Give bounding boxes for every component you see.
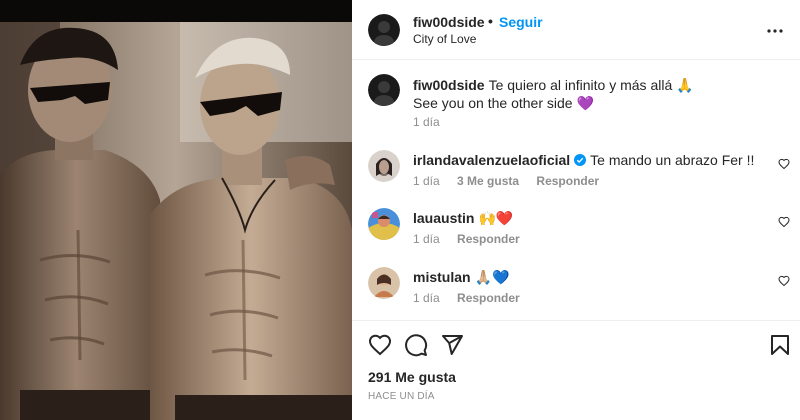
separator-dot: • [488,13,493,29]
reply-button[interactable]: Responder [457,232,520,246]
comment-likes[interactable]: 3 Me gusta [457,174,519,188]
comment-line: lauaustin 🙌❤️ [413,209,513,227]
comment-time[interactable]: 1 día [413,232,440,246]
comment-time[interactable]: 1 día [413,174,440,188]
post-location[interactable]: City of Love [413,32,476,46]
commenter-avatar[interactable] [368,150,400,182]
caption-time[interactable]: 1 día [413,115,440,129]
comment-item: irlandavalenzuelaoficial Te mando un abra… [352,150,800,196]
comment-username[interactable]: lauaustin [413,210,474,226]
comment-heart-icon[interactable] [778,275,790,287]
post-header: fiw00dside • Seguir City of Love [352,0,800,60]
comment-meta: 1 día Responder [413,291,534,305]
comment-icon[interactable] [404,333,428,357]
caption-line-2: See you on the other side 💜 [413,95,594,111]
comment-text: Te mando un abrazo Fer !! [590,152,755,168]
comment-item: mistulan 🙏🏼💙 1 día Responder [352,267,800,313]
comment-line: mistulan 🙏🏼💙 [413,268,509,286]
send-icon[interactable] [440,333,464,357]
commenter-avatar[interactable] [368,267,400,299]
bookmark-icon[interactable] [768,333,792,357]
reply-button[interactable]: Responder [536,174,599,188]
post-timestamp[interactable]: HACE UN DÍA [368,391,435,402]
comment-text: 🙌❤️ [478,210,514,226]
caption-meta: 1 día [413,115,454,129]
post-detail-panel: fiw00dside • Seguir City of Love fiw00ds… [352,0,800,420]
commenter-avatar[interactable] [368,208,400,240]
comment-time[interactable]: 1 día [413,291,440,305]
caption-line-1: fiw00dside Te quiero al infinito y más al… [413,76,694,94]
caption-avatar[interactable] [368,74,400,106]
comment-heart-icon[interactable] [778,158,790,170]
comment-heart-icon[interactable] [778,216,790,228]
reply-button[interactable]: Responder [457,291,520,305]
follow-button[interactable]: Seguir [499,14,543,30]
heart-icon[interactable] [368,333,392,357]
more-options-icon[interactable] [766,22,784,40]
post-caption: fiw00dside Te quiero al infinito y más al… [352,72,800,132]
photo-image [0,0,352,420]
caption-text: Te quiero al infinito y más allá 🙏 [488,77,694,93]
author-username[interactable]: fiw00dside [413,14,485,30]
author-avatar[interactable] [368,14,400,46]
comment-text: 🙏🏼💙 [474,269,510,285]
comment-line: irlandavalenzuelaoficial Te mando un abra… [413,151,754,169]
action-bar [352,320,800,366]
comment-username[interactable]: mistulan [413,269,471,285]
post-photo[interactable] [0,0,352,420]
verified-badge-icon [574,154,587,166]
likes-count[interactable]: 291 Me gusta [368,369,456,385]
caption-username[interactable]: fiw00dside [413,77,485,93]
comment-meta: 1 día 3 Me gusta Responder [413,174,613,188]
comment-item: lauaustin 🙌❤️ 1 día Responder [352,208,800,254]
comment-meta: 1 día Responder [413,232,534,246]
comment-username[interactable]: irlandavalenzuelaoficial [413,152,570,168]
